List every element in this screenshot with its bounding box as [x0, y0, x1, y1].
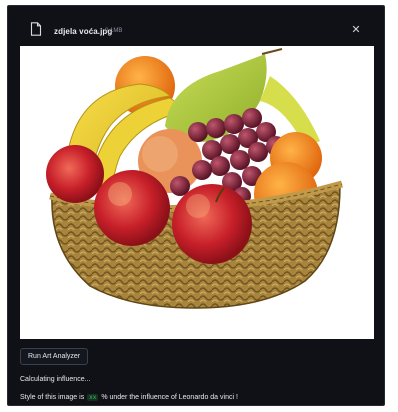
file-name: zdjela voća.jpg	[54, 27, 113, 36]
image-preview	[20, 46, 374, 339]
fruit-basket-image	[46, 48, 343, 309]
calculating-status: Calculating influence...	[20, 376, 91, 383]
result-text: Style of this image is xx % under the in…	[20, 394, 238, 401]
result-suffix: % under the influence of Leonardo da vin…	[101, 394, 238, 401]
result-percentage: xx	[87, 394, 99, 401]
file-preview-dialog: zdjela voća.jpg 0.1MB ✕ Run Art Analyzer…	[7, 5, 385, 406]
run-art-analyzer-button[interactable]: Run Art Analyzer	[20, 348, 89, 365]
close-icon[interactable]: ✕	[348, 22, 364, 38]
result-prefix: Style of this image is	[20, 394, 85, 401]
file-size: 0.1MB	[105, 28, 123, 34]
dialog-header: zdjela voća.jpg 0.1MB ✕	[8, 6, 384, 48]
file-icon	[30, 22, 42, 36]
